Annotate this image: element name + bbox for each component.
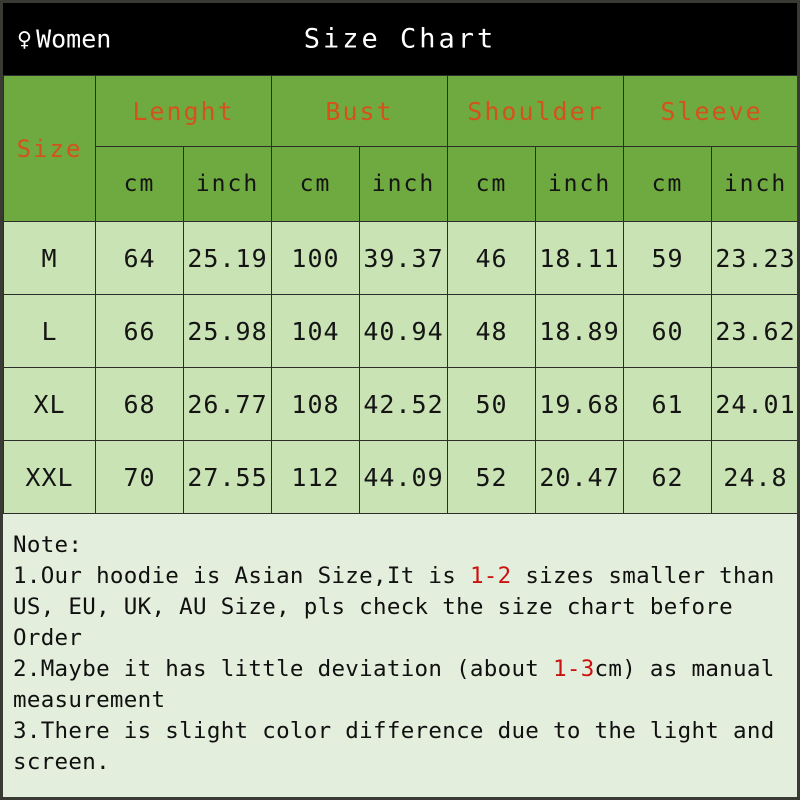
column-header-size: Size bbox=[3, 75, 96, 222]
cell-length-inch: 27.55 bbox=[183, 440, 272, 514]
cell-sleeve-cm: 62 bbox=[623, 440, 713, 514]
column-header-bust-inch: inch bbox=[359, 146, 448, 222]
cell-bust-inch: 42.52 bbox=[359, 367, 448, 441]
cell-shoulder-inch: 18.11 bbox=[534, 221, 625, 295]
size-chart-page: ♀ Women Size Chart Size Lenght Bust Shou… bbox=[0, 0, 800, 800]
size-chart-table: Size Lenght Bust Shoulder Sleeve cm inch… bbox=[3, 75, 797, 514]
cell-sleeve-inch: 24.8 bbox=[711, 440, 797, 514]
column-header-group-shoulder: Shoulder bbox=[446, 75, 625, 147]
table-header-row-groups: Size Lenght Bust Shoulder Sleeve bbox=[3, 75, 797, 222]
cell-length-cm: 68 bbox=[95, 367, 184, 441]
note-item-2: 2.Maybe it has little deviation (about 1… bbox=[13, 654, 787, 716]
column-header-group-length: Lenght bbox=[95, 75, 272, 147]
page-title: Size Chart bbox=[303, 23, 497, 55]
table-body: M 64 25.19 100 39.37 46 18.11 59 23.23 L… bbox=[3, 221, 797, 514]
column-header-length-inch: inch bbox=[183, 146, 272, 222]
cell-bust-inch: 44.09 bbox=[359, 440, 448, 514]
cell-bust-cm: 100 bbox=[271, 221, 360, 295]
column-header-group-bust: Bust bbox=[271, 75, 448, 147]
column-header-length-cm: cm bbox=[95, 146, 184, 222]
table-row: XXL 70 27.55 112 44.09 52 20.47 62 24.8 bbox=[3, 440, 797, 514]
note-item-3: 3.There is slight color difference due t… bbox=[13, 718, 775, 776]
table-header-row-units: cm inch cm inch cm inch cm inch bbox=[4, 146, 797, 222]
table-row: XL 68 26.77 108 42.52 50 19.68 61 24.01 bbox=[3, 367, 797, 441]
table-row: M 64 25.19 100 39.37 46 18.11 59 23.23 bbox=[3, 221, 797, 295]
cell-shoulder-cm: 46 bbox=[447, 221, 536, 295]
note-item-1: 1.Our hoodie is Asian Size,It is 1-2 siz… bbox=[13, 561, 787, 654]
cell-length-inch: 25.98 bbox=[183, 294, 272, 368]
cell-shoulder-cm: 52 bbox=[447, 440, 536, 514]
column-header-group-sleeve: Sleeve bbox=[623, 75, 797, 147]
cell-sleeve-inch: 23.62 bbox=[711, 294, 797, 368]
cell-length-inch: 26.77 bbox=[183, 367, 272, 441]
cell-length-cm: 66 bbox=[95, 294, 184, 368]
cell-bust-inch: 40.94 bbox=[359, 294, 448, 368]
cell-length-cm: 64 bbox=[95, 221, 184, 295]
cell-size: XXL bbox=[3, 440, 96, 514]
cell-bust-cm: 112 bbox=[271, 440, 360, 514]
cell-bust-cm: 108 bbox=[271, 367, 360, 441]
cell-length-cm: 70 bbox=[95, 440, 184, 514]
cell-sleeve-inch: 24.01 bbox=[711, 367, 797, 441]
table-row: L 66 25.98 104 40.94 48 18.89 60 23.62 bbox=[3, 294, 797, 368]
cell-size: L bbox=[3, 294, 96, 368]
cell-shoulder-cm: 48 bbox=[447, 294, 536, 368]
cell-size: XL bbox=[3, 367, 96, 441]
column-header-sleeve-cm: cm bbox=[623, 146, 713, 222]
notes-section: Note: 1.Our hoodie is Asian Size,It is 1… bbox=[3, 514, 797, 797]
notes-title: Note: bbox=[13, 532, 83, 558]
cell-sleeve-inch: 23.23 bbox=[711, 221, 797, 295]
column-header-shoulder-cm: cm bbox=[447, 146, 536, 222]
cell-sleeve-cm: 61 bbox=[623, 367, 713, 441]
cell-sleeve-cm: 60 bbox=[623, 294, 713, 368]
note-1-text-a: 1.Our hoodie is Asian Size,It is bbox=[13, 563, 470, 590]
note-2-highlight: 1-3 bbox=[553, 656, 595, 683]
cell-bust-cm: 104 bbox=[271, 294, 360, 368]
column-header-shoulder-inch: inch bbox=[534, 146, 625, 222]
cell-bust-inch: 39.37 bbox=[359, 221, 448, 295]
cell-sleeve-cm: 59 bbox=[623, 221, 713, 295]
column-header-bust-cm: cm bbox=[271, 146, 360, 222]
cell-shoulder-cm: 50 bbox=[447, 367, 536, 441]
cell-shoulder-inch: 20.47 bbox=[534, 440, 625, 514]
cell-size: M bbox=[3, 221, 96, 295]
cell-shoulder-inch: 19.68 bbox=[534, 367, 625, 441]
note-1-highlight: 1-2 bbox=[469, 563, 512, 590]
column-header-sleeve-inch: inch bbox=[711, 146, 797, 222]
cell-length-inch: 25.19 bbox=[183, 221, 272, 295]
header-banner: ♀ Women Size Chart bbox=[3, 3, 797, 75]
cell-shoulder-inch: 18.89 bbox=[534, 294, 625, 368]
table-head: Size Lenght Bust Shoulder Sleeve cm inch… bbox=[3, 75, 797, 222]
note-2-text-a: 2.Maybe it has little deviation (about bbox=[13, 656, 553, 683]
